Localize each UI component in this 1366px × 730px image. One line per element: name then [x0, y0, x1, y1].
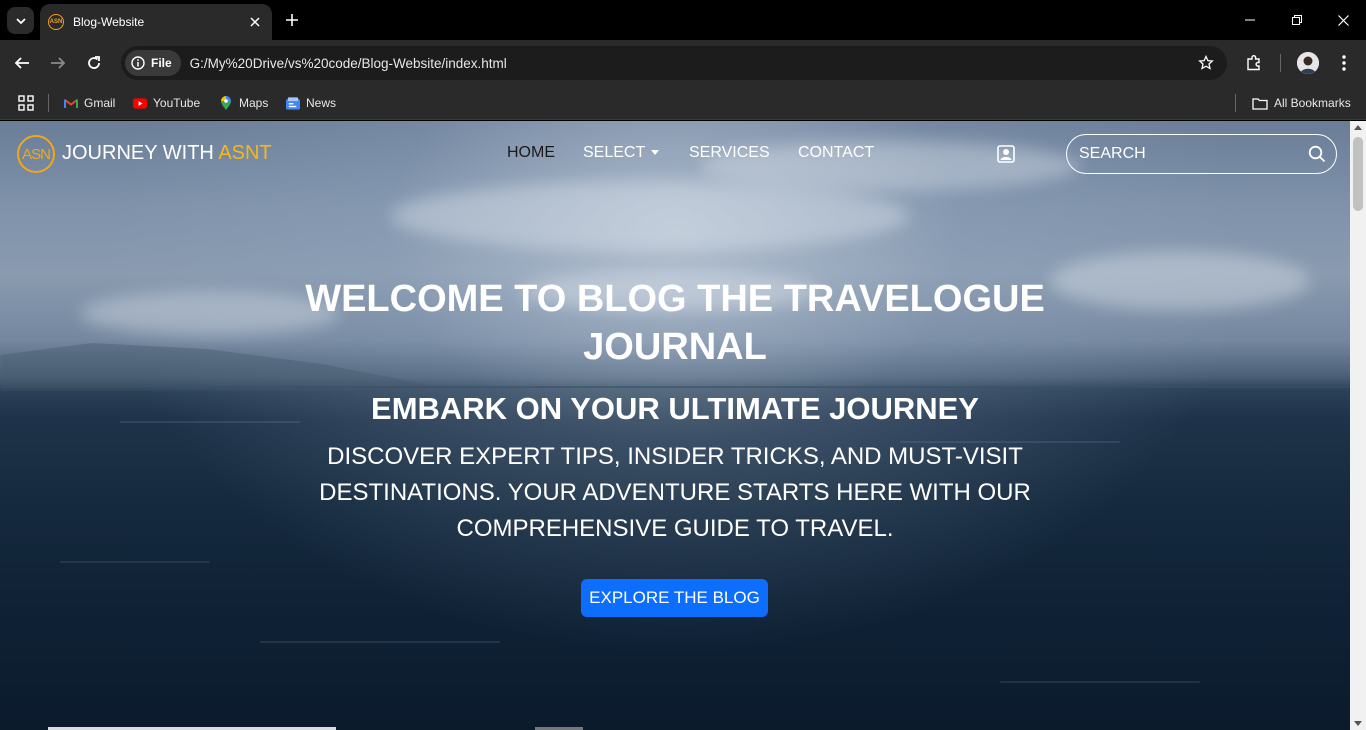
bookmark-maps[interactable]: Maps: [219, 92, 268, 114]
nav-select-label: SELECT: [583, 144, 646, 161]
site-search-box[interactable]: [1066, 134, 1337, 174]
star-icon: [1198, 55, 1214, 70]
site-chip-label: File: [151, 56, 172, 70]
wave-highlight: [1000, 681, 1200, 683]
hero-description: DISCOVER EXPERT TIPS, INSIDER TRICKS, AN…: [0, 439, 1350, 547]
gmail-icon: [64, 96, 78, 110]
bookmarks-divider: [48, 94, 49, 112]
toolbar-divider: [1280, 54, 1281, 72]
page-scrollbar[interactable]: [1350, 121, 1366, 730]
all-bookmarks-button[interactable]: All Bookmarks: [1252, 92, 1351, 114]
info-icon: [131, 56, 145, 70]
horizon-line: [0, 386, 1350, 388]
site-info-chip[interactable]: File: [125, 50, 181, 76]
profile-avatar[interactable]: [1297, 52, 1319, 74]
browser-tab-bar: ASN Blog-Website: [0, 0, 1366, 40]
minimize-button[interactable]: [1240, 10, 1260, 30]
wave-highlight: [60, 561, 210, 563]
maps-icon: [219, 95, 233, 110]
scroll-down-arrow-icon[interactable]: [1354, 721, 1362, 726]
user-profile-icon[interactable]: [997, 145, 1015, 163]
apps-button[interactable]: [18, 92, 34, 114]
back-button[interactable]: [11, 52, 33, 74]
nav-select-dropdown[interactable]: SELECT: [583, 144, 660, 162]
close-icon: [1337, 14, 1349, 26]
apps-grid-icon: [18, 95, 34, 111]
tab-search-button[interactable]: [7, 7, 34, 34]
bookmark-youtube[interactable]: YouTube: [133, 92, 200, 114]
nav-services[interactable]: SERVICES: [689, 144, 770, 162]
puzzle-icon: [1247, 55, 1260, 71]
restore-icon: [1292, 15, 1302, 25]
background-cloud: [390, 181, 910, 251]
more-vertical-icon: [1342, 55, 1346, 71]
bookmarks-bar: Gmail YouTube Maps News All Bookmarks: [0, 86, 1366, 120]
browser-tab[interactable]: ASN Blog-Website: [40, 4, 272, 40]
tab-title: Blog-Website: [73, 15, 145, 29]
caret-down-icon: [651, 150, 660, 156]
site-logo[interactable]: ASN: [17, 135, 55, 173]
news-icon: [286, 96, 300, 110]
brand-accent-text: ASNT: [218, 142, 272, 164]
bookmark-news[interactable]: News: [286, 92, 336, 114]
all-bookmarks-label: All Bookmarks: [1274, 96, 1351, 110]
page-viewport: ASN JOURNEY WITH ASNT HOME SELECT SERVIC…: [0, 121, 1350, 730]
bookmark-label: YouTube: [153, 96, 201, 110]
window-close-button[interactable]: [1333, 10, 1353, 30]
hero-subtitle: EMBARK ON YOUR ULTIMATE JOURNEY: [371, 391, 979, 426]
scroll-up-arrow-icon[interactable]: [1354, 125, 1362, 130]
scrollbar-thumb[interactable]: [1353, 137, 1363, 211]
avatar-icon: [1297, 52, 1319, 74]
extensions-button[interactable]: [1243, 52, 1265, 74]
restore-button[interactable]: [1287, 10, 1307, 30]
explore-blog-button[interactable]: EXPLORE THE BLOG: [581, 579, 768, 617]
wave-highlight: [260, 641, 500, 643]
arrow-right-icon: [51, 57, 66, 69]
bookmarks-divider: [1235, 94, 1236, 112]
hero-title-line: WELCOME TO BLOG THE TRAVELOGUE: [305, 278, 1045, 320]
minimize-icon: [1245, 19, 1255, 21]
bookmark-label: Gmail: [84, 96, 116, 110]
reload-button[interactable]: [83, 52, 105, 74]
browser-toolbar: File G:/My%20Drive/vs%20code/Blog-Websit…: [0, 40, 1366, 86]
url-text[interactable]: G:/My%20Drive/vs%20code/Blog-Website/ind…: [190, 56, 1193, 71]
brand-main-text: JOURNEY WITH: [62, 142, 219, 164]
tab-close-button[interactable]: [246, 13, 264, 31]
search-icon[interactable]: [1308, 145, 1326, 163]
nav-home[interactable]: HOME: [507, 144, 555, 162]
search-input[interactable]: [1079, 145, 1308, 163]
reload-icon: [88, 56, 100, 69]
arrow-left-icon: [14, 57, 29, 69]
new-tab-button[interactable]: [282, 10, 302, 30]
folder-icon: [1252, 97, 1268, 110]
nav-contact[interactable]: CONTACT: [798, 144, 874, 162]
bookmark-label: Maps: [239, 96, 269, 110]
hero-text-line: DISCOVER EXPERT TIPS, INSIDER TRICKS, AN…: [327, 443, 1023, 470]
chevron-down-icon: [15, 17, 26, 24]
youtube-icon: [133, 96, 147, 110]
browser-menu-button[interactable]: [1333, 52, 1355, 74]
bookmark-star-button[interactable]: [1193, 50, 1219, 76]
hero-text-line: DESTINATIONS. YOUR ADVENTURE STARTS HERE…: [319, 479, 1031, 506]
plus-icon: [286, 14, 298, 26]
bookmark-label: News: [306, 96, 337, 110]
close-icon: [250, 17, 260, 27]
hero-title-line: JOURNAL: [583, 326, 767, 368]
bookmark-gmail[interactable]: Gmail: [64, 92, 115, 114]
site-brand[interactable]: JOURNEY WITH ASNT: [62, 142, 272, 165]
address-bar[interactable]: File G:/My%20Drive/vs%20code/Blog-Websit…: [121, 46, 1227, 80]
forward-button[interactable]: [47, 52, 69, 74]
hero-title: WELCOME TO BLOG THE TRAVELOGUE JOURNAL: [0, 275, 1350, 371]
hero-text-line: COMPREHENSIVE GUIDE TO TRAVEL.: [456, 515, 894, 542]
site-favicon-icon: ASN: [48, 14, 64, 30]
